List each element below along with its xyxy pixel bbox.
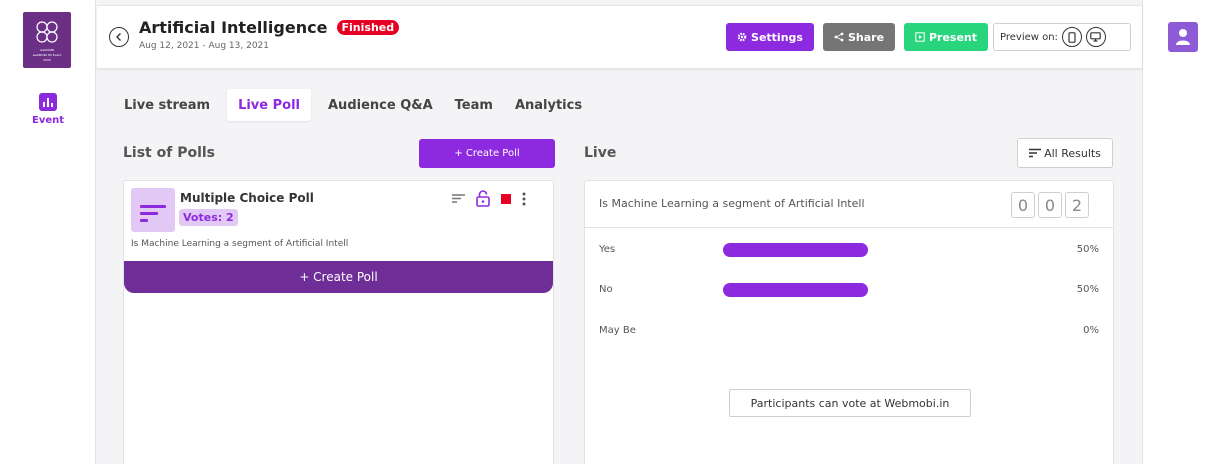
event-logo-line2: webMOBI 3D Event (32, 53, 62, 57)
vote-digit: 0 (1038, 192, 1062, 218)
tab-audience-qa[interactable]: Audience Q&A (317, 89, 444, 121)
vote-counter: 0 0 2 (1011, 192, 1089, 218)
vote-info-button[interactable]: Participants can vote at Webmobi.in (729, 389, 971, 417)
event-logo[interactable]: webMOBI webMOBI 3D Event 2020 (23, 12, 71, 68)
create-poll-button[interactable]: + Create Poll (419, 139, 555, 168)
poll-option-label: Yes (599, 244, 616, 255)
page-header: Artificial Intelligence Finished Aug 12,… (97, 5, 1142, 69)
chevron-left-icon (116, 33, 121, 41)
live-results-panel: Is Machine Learning a segment of Artific… (584, 180, 1114, 464)
user-avatar[interactable] (1168, 22, 1198, 52)
settings-label: Settings (751, 30, 803, 44)
poll-option-track (723, 283, 1013, 297)
sort-icon[interactable] (452, 193, 465, 204)
preview-label: Preview on: (1000, 31, 1058, 43)
poll-option-label: May Be (599, 325, 636, 336)
gear-icon (737, 32, 747, 42)
sort-icon (1029, 148, 1042, 158)
more-vertical-icon[interactable] (522, 192, 526, 206)
desktop-icon (1090, 32, 1102, 42)
poll-option-row: Yes 50% (585, 241, 1113, 261)
mobile-preview-button[interactable] (1061, 27, 1082, 47)
event-logo-line3: 2020 (43, 58, 51, 62)
poll-option-percent: 50% (1076, 284, 1099, 295)
live-section-title: Live (584, 145, 617, 161)
present-icon (915, 32, 925, 42)
all-results-button[interactable]: All Results (1017, 138, 1113, 168)
all-results-label: All Results (1044, 146, 1101, 160)
vote-digit: 2 (1065, 192, 1089, 218)
tab-team[interactable]: Team (444, 89, 504, 121)
poll-votes-badge: Votes: 2 (179, 209, 238, 226)
unlock-icon[interactable] (476, 190, 490, 207)
poll-option-bar (723, 283, 868, 297)
poll-option-track (723, 324, 1013, 338)
status-badge: Finished (336, 20, 400, 35)
poll-option-row: May Be 0% (585, 322, 1113, 342)
live-question: Is Machine Learning a segment of Artific… (599, 197, 865, 210)
event-tabs: Live stream Live Poll Audience Q&A Team … (113, 88, 593, 122)
create-poll-bar-button[interactable]: + Create Poll (124, 261, 553, 293)
polls-panel: Multiple Choice Poll Votes: 2 Is Machine… (123, 180, 554, 464)
share-icon (834, 32, 844, 42)
poll-option-bar (723, 243, 868, 257)
event-logo-line1: webMOBI (39, 48, 55, 52)
share-button[interactable]: Share (823, 23, 895, 51)
poll-actions (452, 190, 526, 207)
right-strip (1142, 0, 1206, 464)
poll-question: Is Machine Learning a segment of Artific… (131, 239, 349, 249)
polls-list-title: List of Polls (123, 145, 216, 161)
share-label: Share (847, 30, 885, 44)
stop-icon[interactable] (501, 193, 511, 204)
page-title: Artificial Intelligence (139, 18, 328, 37)
poll-type-icon (131, 188, 175, 232)
tab-live-stream[interactable]: Live stream (113, 89, 221, 121)
title-block: Artificial Intelligence Finished Aug 12,… (139, 17, 400, 51)
poll-option-percent: 0% (1083, 325, 1099, 336)
back-button[interactable] (109, 27, 129, 47)
present-label: Present (928, 30, 978, 44)
sidebar-item-event[interactable]: Event (28, 93, 68, 126)
event-logo-graphic-icon (36, 21, 58, 43)
tab-live-poll[interactable]: Live Poll (227, 89, 311, 121)
sidebar-item-label: Event (31, 115, 65, 126)
poll-option-label: No (599, 284, 613, 295)
tab-analytics[interactable]: Analytics (504, 89, 593, 121)
preview-toggle: Preview on: (993, 23, 1131, 51)
left-sidebar: webMOBI webMOBI 3D Event 2020 Event (0, 0, 96, 464)
poll-card[interactable]: Multiple Choice Poll Votes: 2 Is Machine… (124, 181, 553, 261)
poll-option-track (723, 243, 1013, 257)
poll-option-row: No 50% (585, 281, 1113, 301)
bar-chart-icon (39, 93, 57, 111)
vote-digit: 0 (1011, 192, 1035, 218)
divider (585, 227, 1113, 228)
user-icon (1176, 29, 1190, 45)
settings-button[interactable]: Settings (726, 23, 814, 51)
present-button[interactable]: Present (904, 23, 988, 51)
poll-type-label: Multiple Choice Poll (180, 191, 314, 205)
desktop-preview-button[interactable] (1085, 27, 1106, 47)
poll-option-percent: 50% (1076, 244, 1099, 255)
mobile-icon (1068, 31, 1076, 43)
event-date-range: Aug 12, 2021 - Aug 13, 2021 (139, 41, 269, 51)
